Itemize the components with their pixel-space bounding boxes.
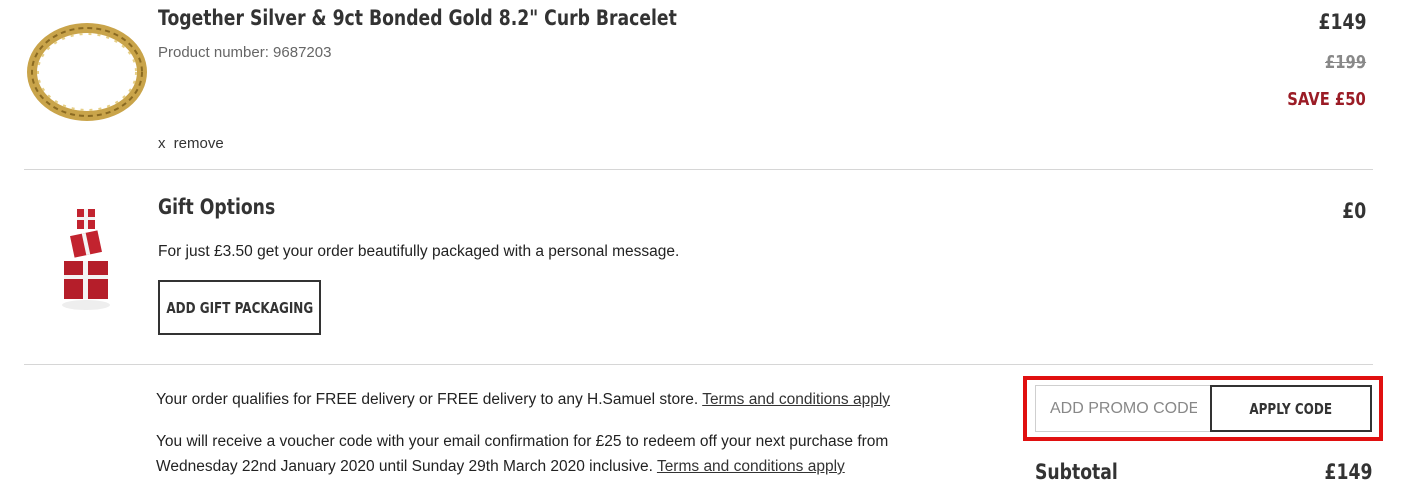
delivery-info: Your order qualifies for FREE delivery o… xyxy=(156,387,890,412)
gift-options-title: Gift Options xyxy=(158,195,276,219)
product-number: Product number: 9687203 xyxy=(158,44,332,61)
add-gift-packaging-button[interactable]: ADD GIFT PACKAGING xyxy=(158,280,321,335)
gift-options-price: £0 xyxy=(1342,199,1366,223)
voucher-line-2: You will receive a voucher code with you… xyxy=(156,433,889,450)
divider xyxy=(24,364,1373,365)
divider xyxy=(24,169,1373,170)
remove-x-icon: x xyxy=(158,135,166,152)
apply-code-button[interactable]: APPLY CODE xyxy=(1210,385,1372,432)
terms-link-2[interactable]: Terms and conditions apply xyxy=(657,458,845,475)
add-gift-packaging-label: ADD GIFT PACKAGING xyxy=(166,298,313,317)
voucher-info: You will receive a voucher code with you… xyxy=(156,429,888,479)
voucher-line-3: Wednesday 22nd January 2020 until Sunday… xyxy=(156,458,653,475)
product-price: £149 xyxy=(1318,10,1366,34)
delivery-line-1: Your order qualifies for FREE delivery o… xyxy=(156,391,699,408)
subtotal-label: Subtotal xyxy=(1035,460,1118,484)
product-old-price: £199 xyxy=(1324,52,1366,73)
gift-options-description: For just £3.50 get your order beautifull… xyxy=(158,243,680,260)
gift-box-icon xyxy=(62,209,110,310)
bracelet-image xyxy=(27,23,147,121)
remove-label: remove xyxy=(173,135,224,152)
product-save-badge: SAVE £50 xyxy=(1287,89,1366,110)
promo-code-input[interactable] xyxy=(1035,385,1211,432)
terms-link-1[interactable]: Terms and conditions apply xyxy=(702,391,890,408)
apply-code-label: APPLY CODE xyxy=(1249,399,1333,418)
remove-link[interactable]: x remove xyxy=(158,135,224,152)
subtotal-value: £149 xyxy=(1324,460,1372,484)
basket-page: Together Silver & 9ct Bonded Gold 8.2" C… xyxy=(0,0,1404,486)
product-title[interactable]: Together Silver & 9ct Bonded Gold 8.2" C… xyxy=(158,6,677,30)
